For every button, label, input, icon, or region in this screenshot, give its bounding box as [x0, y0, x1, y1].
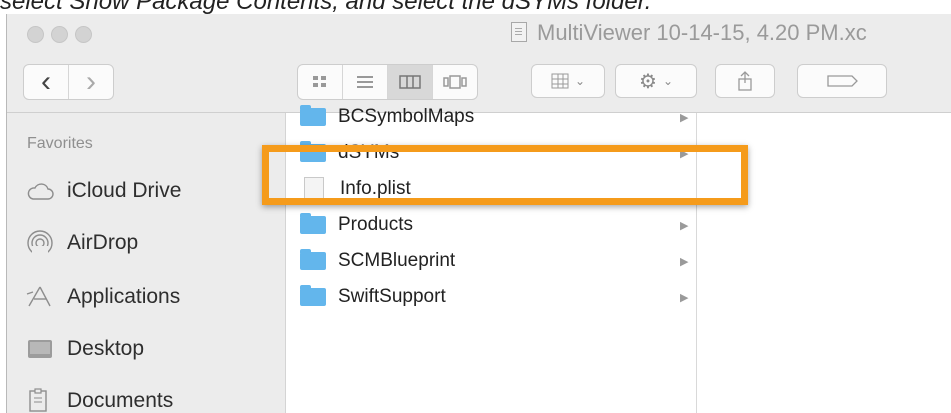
- close-window-button[interactable]: [27, 26, 44, 43]
- gear-icon: ⚙: [639, 70, 657, 93]
- title-bar: MultiViewer 10-14-15, 4.20 PM.xc: [7, 14, 951, 54]
- list-item[interactable]: SCMBlueprint ▶: [286, 243, 696, 279]
- list-item[interactable]: SwiftSupport ▶: [286, 279, 696, 315]
- sidebar-item-desktop[interactable]: Desktop: [25, 329, 144, 369]
- sidebar-item-label: iCloud Drive: [67, 179, 182, 202]
- file-name: SwiftSupport: [338, 286, 446, 307]
- back-button[interactable]: ‹: [24, 65, 69, 99]
- forward-button[interactable]: ›: [69, 65, 113, 99]
- chevron-left-icon: ‹: [41, 65, 51, 98]
- tag-icon: [827, 75, 858, 87]
- list-icon: [357, 76, 373, 88]
- list-item[interactable]: BCSymbolMaps ▶: [286, 99, 696, 135]
- file-name: SCMBlueprint: [338, 250, 456, 271]
- folder-icon: [300, 249, 326, 270]
- sidebar-item-label: Desktop: [67, 337, 145, 360]
- share-button[interactable]: [715, 64, 775, 98]
- chevron-right-icon: ›: [86, 65, 96, 98]
- file-name: Products: [338, 214, 413, 235]
- sidebar-item-documents[interactable]: Documents: [25, 381, 173, 413]
- folder-icon: [300, 105, 326, 126]
- grid-icon: [313, 76, 326, 87]
- airdrop-icon: [25, 229, 55, 257]
- cloud-icon: [25, 177, 55, 205]
- window-title: MultiViewer 10-14-15, 4.20 PM.xc: [511, 20, 867, 46]
- tags-button[interactable]: [797, 64, 887, 98]
- sidebar: Favorites iCloud Drive AirDrop Applicati…: [7, 113, 286, 413]
- cover-flow-icon: [443, 75, 467, 89]
- view-mode-selector: [297, 64, 478, 100]
- applications-icon: [25, 283, 55, 311]
- disclosure-arrow-icon: ▶: [680, 219, 689, 232]
- column-view-button[interactable]: [388, 65, 433, 99]
- chevron-down-icon: ⌄: [662, 74, 673, 88]
- arrange-grid-icon: [551, 73, 569, 89]
- disclosure-arrow-icon: ▶: [680, 255, 689, 268]
- disclosure-arrow-icon: ▶: [680, 291, 689, 304]
- minimize-window-button[interactable]: [51, 26, 68, 43]
- file-name: BCSymbolMaps: [338, 106, 475, 127]
- finder-window: MultiViewer 10-14-15, 4.20 PM.xc ‹ › ⌄ ⚙…: [6, 14, 951, 413]
- sidebar-item-icloud-drive[interactable]: iCloud Drive: [25, 171, 181, 211]
- list-item[interactable]: Products ▶: [286, 207, 696, 243]
- sidebar-item-label: AirDrop: [67, 231, 139, 254]
- window-title-text: MultiViewer 10-14-15, 4.20 PM.xc: [537, 20, 867, 45]
- icon-view-button[interactable]: [298, 65, 343, 99]
- list-view-button[interactable]: [343, 65, 388, 99]
- arrange-button[interactable]: ⌄: [531, 64, 605, 98]
- sidebar-item-label: Applications: [67, 285, 181, 308]
- columns-icon: [399, 75, 421, 89]
- disclosure-arrow-icon: ▶: [680, 111, 689, 124]
- sidebar-item-applications[interactable]: Applications: [25, 277, 180, 317]
- favorites-heading: Favorites: [27, 135, 93, 152]
- share-icon: [738, 71, 752, 91]
- cover-flow-view-button[interactable]: [433, 65, 477, 99]
- sidebar-item-airdrop[interactable]: AirDrop: [25, 223, 138, 263]
- dsyms-highlight-box: [262, 145, 748, 205]
- sidebar-item-label: Documents: [67, 389, 174, 412]
- action-button[interactable]: ⚙ ⌄: [615, 64, 697, 98]
- chevron-down-icon: ⌄: [574, 74, 586, 88]
- zoom-window-button[interactable]: [75, 26, 92, 43]
- folder-icon: [300, 285, 326, 306]
- desktop-icon: [25, 335, 55, 363]
- document-icon: [511, 22, 527, 42]
- navigation-buttons: ‹ ›: [23, 64, 114, 100]
- instruction-caption: select Show Package Contents, and select…: [0, 0, 652, 14]
- folder-icon: [300, 213, 326, 234]
- documents-icon: [25, 387, 55, 413]
